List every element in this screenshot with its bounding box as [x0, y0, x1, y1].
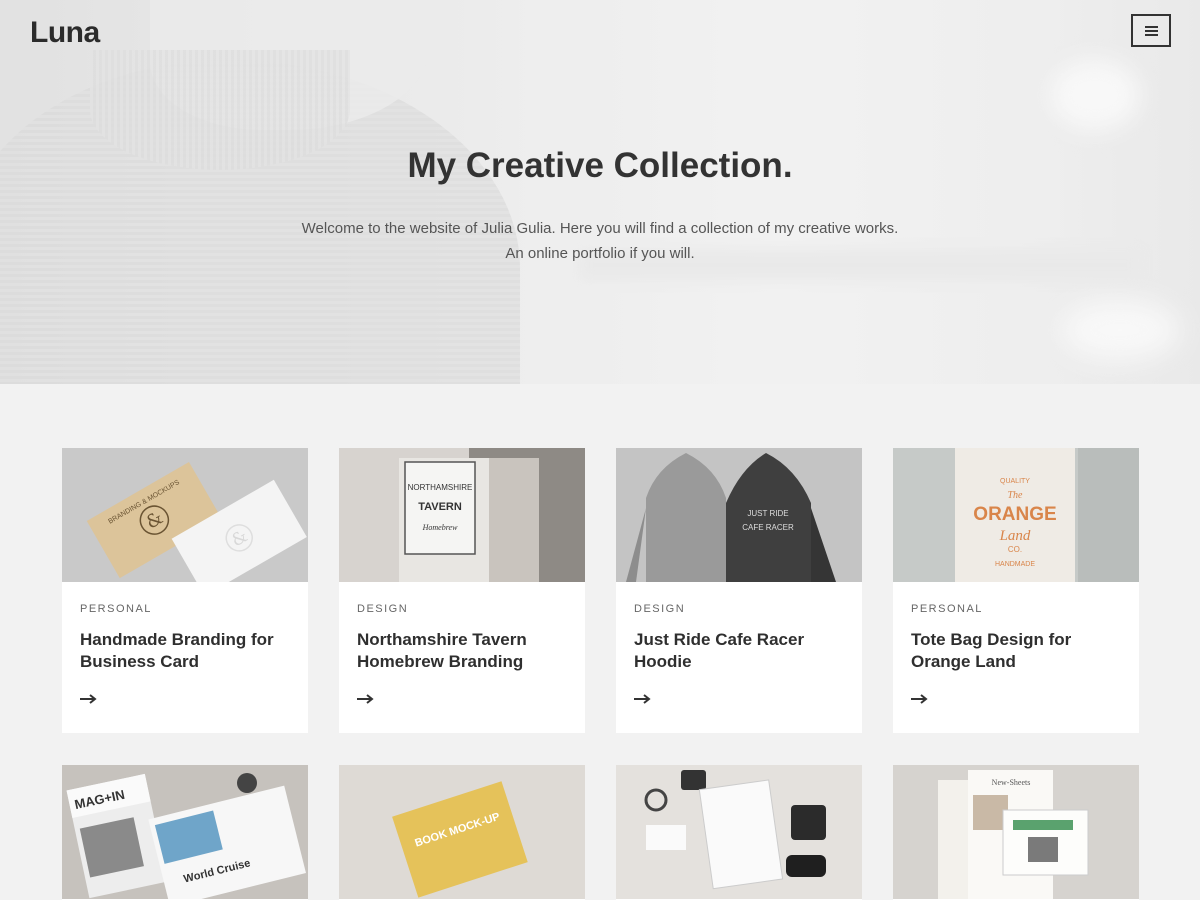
portfolio-card[interactable]: JUST RIDE CAFE RACER DESIGN Just Ride Ca…	[616, 448, 862, 733]
arrow-right-icon[interactable]	[80, 693, 98, 705]
sign-text: Homebrew	[422, 523, 458, 532]
card-category[interactable]: DESIGN	[634, 603, 685, 615]
sign-text: NORTHAMSHIRE	[408, 483, 473, 492]
sign-text: TAVERN	[418, 501, 462, 513]
hoodie-text: JUST RIDE	[747, 509, 788, 518]
card-thumbnail-book[interactable]: BOOK MOCK-UP	[339, 765, 585, 899]
site-logo[interactable]: Luna	[30, 16, 100, 50]
arrow-right-icon[interactable]	[357, 693, 375, 705]
portfolio-card[interactable]: New-Sheets	[893, 765, 1139, 900]
newspaper-title: New-Sheets	[992, 778, 1031, 787]
arrow-right-icon[interactable]	[911, 693, 929, 705]
portfolio-card[interactable]: NORTHAMSHIRE TAVERN Homebrew DESIGN Nort…	[339, 448, 585, 733]
card-thumbnail-business-card[interactable]: & BRANDING & MOCKUPS &	[62, 448, 308, 582]
portfolio-card[interactable]: & BRANDING & MOCKUPS & PERSONAL Handmade…	[62, 448, 308, 733]
hero-banner: Luna My Creative Collection. Welcome to …	[0, 0, 1200, 384]
portfolio-card[interactable]: BOOK MOCK-UP	[339, 765, 585, 900]
card-thumbnail-hoodies[interactable]: JUST RIDE CAFE RACER	[616, 448, 862, 582]
subtitle-line: Welcome to the website of Julia Gulia. H…	[301, 220, 899, 237]
card-thumbnail-tote-bag[interactable]: QUALITY The ORANGE Land CO. HANDMADE	[893, 448, 1139, 582]
card-thumbnail-newspaper[interactable]: New-Sheets	[893, 765, 1139, 899]
hoodie-text: CAFE RACER	[742, 523, 794, 532]
card-title[interactable]: Handmade Branding for Business Card	[80, 629, 295, 673]
arrow-right-icon[interactable]	[634, 693, 652, 705]
portfolio-card[interactable]	[616, 765, 862, 900]
tote-text: The	[1008, 490, 1024, 501]
card-category[interactable]: PERSONAL	[80, 603, 152, 615]
tote-text: HANDMADE	[995, 561, 1035, 568]
card-thumbnail-tavern-sign[interactable]: NORTHAMSHIRE TAVERN Homebrew	[339, 448, 585, 582]
tote-text: CO.	[1008, 545, 1022, 554]
portfolio-card[interactable]: QUALITY The ORANGE Land CO. HANDMADE PER…	[893, 448, 1139, 733]
tote-text: Land	[999, 528, 1031, 544]
card-title[interactable]: Northamshire Tavern Homebrew Branding	[357, 629, 572, 673]
page-subtitle: Welcome to the website of Julia Gulia. H…	[0, 216, 1200, 266]
card-title[interactable]: Just Ride Cafe Racer Hoodie	[634, 629, 849, 673]
card-thumbnail-magazine[interactable]: MAG+IN World Cruise	[62, 765, 308, 899]
card-title[interactable]: Tote Bag Design for Orange Land	[911, 629, 1126, 673]
tote-text: QUALITY	[1000, 478, 1030, 485]
portfolio-card[interactable]: MAG+IN World Cruise	[62, 765, 308, 900]
subtitle-line: An online portfolio if you will.	[505, 245, 695, 262]
card-category[interactable]: PERSONAL	[911, 603, 983, 615]
hero-overlay	[0, 0, 1200, 384]
card-category[interactable]: DESIGN	[357, 603, 408, 615]
page-title: My Creative Collection.	[407, 146, 793, 185]
hamburger-icon[interactable]	[1131, 14, 1171, 47]
card-thumbnail-stationery[interactable]	[616, 765, 862, 899]
tote-text: ORANGE	[973, 504, 1056, 525]
